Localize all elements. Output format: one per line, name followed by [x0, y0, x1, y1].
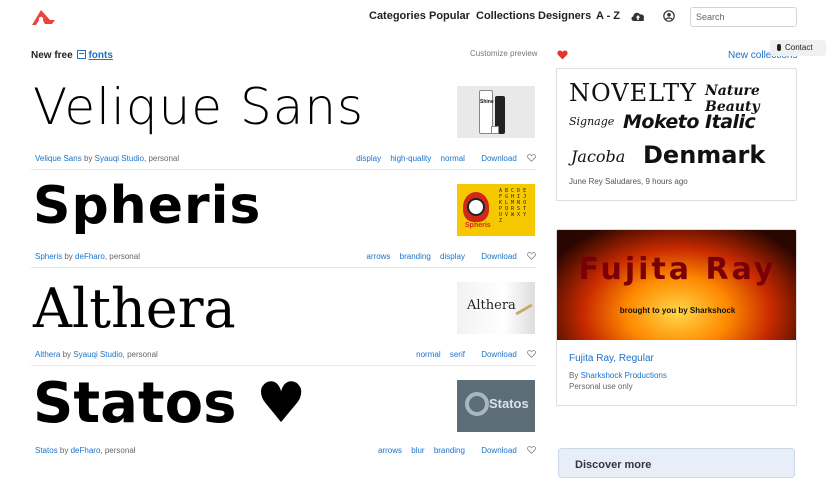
fonts-link[interactable]: fonts [88, 50, 112, 61]
designer-link[interactable]: deFharo [75, 252, 105, 261]
thumb-label: Statos [489, 396, 529, 411]
thumb-label: Spheris [465, 222, 491, 229]
designer-link[interactable]: deFharo [71, 446, 101, 455]
font-meta: Spheris by deFharo, personal [35, 252, 140, 261]
tag-link[interactable]: arrows [378, 446, 402, 455]
font-thumbnail[interactable]: Statos [457, 380, 535, 432]
collection-word: Denmark [643, 141, 766, 169]
cloud-upload-icon[interactable] [630, 9, 646, 23]
collections-heart-icon [557, 50, 568, 60]
microphone-icon [777, 44, 781, 51]
font-name-link[interactable]: Spheris [35, 252, 62, 261]
font-thumbnail[interactable]: Spheris A B C D E F G H I J K L M N O P … [457, 184, 535, 236]
font-specimen[interactable]: Velique Sans [33, 82, 364, 132]
favorite-heart-icon[interactable] [527, 154, 536, 162]
tag-link[interactable]: high-quality [390, 154, 431, 163]
featured-license: Personal use only [569, 382, 633, 391]
font-meta: Velique Sans by Syauqi Studio, personal [35, 154, 179, 163]
font-row: Statos ♥ Statos Statos by deFharo, perso… [31, 366, 536, 466]
license-label: , personal [122, 350, 158, 359]
featured-designer-link[interactable]: Sharkshock Productions [581, 371, 667, 380]
download-link[interactable]: Download [481, 154, 517, 163]
by-label: by [59, 446, 69, 455]
nav-categories[interactable]: Categories [369, 10, 426, 22]
tag-link[interactable]: normal [416, 350, 440, 359]
font-tags: normal serif Download [416, 350, 536, 359]
tag-link[interactable]: serif [450, 350, 465, 359]
thumb-label: Althera [467, 298, 516, 313]
search-input[interactable] [690, 7, 797, 27]
by-label: by [83, 154, 93, 163]
featured-font-card[interactable]: Fujita Ray brought to you by Sharkshock … [556, 229, 797, 406]
font-thumbnail[interactable]: Shine [457, 86, 535, 138]
font-specimen[interactable]: Statos ♥ [33, 376, 306, 432]
by-label: By [569, 371, 579, 380]
font-tags: arrows blur branding Download [378, 446, 536, 455]
font-row: Velique Sans Shine Velique Sans by Syauq… [31, 72, 536, 170]
font-specimen[interactable]: Althera [33, 282, 236, 336]
new-free-heading: New free fonts [31, 50, 113, 61]
nav-a-z[interactable]: A - Z [596, 10, 620, 22]
discover-more-box[interactable]: Discover more [558, 448, 795, 478]
download-link[interactable]: Download [481, 252, 517, 261]
font-name-link[interactable]: Velique Sans [35, 154, 82, 163]
download-link[interactable]: Download [481, 446, 517, 455]
thumb-label: Shine [480, 99, 494, 105]
banner-title: Fujita Ray [578, 252, 777, 287]
font-meta: Althera by Syauqi Studio, personal [35, 350, 158, 359]
favorite-heart-icon[interactable] [527, 446, 536, 454]
tag-link[interactable]: blur [411, 446, 424, 455]
discover-more-label: Discover more [575, 459, 652, 471]
site-logo-icon[interactable] [30, 8, 56, 26]
contact-button[interactable]: Contact [770, 40, 826, 56]
user-circle-icon[interactable] [663, 10, 675, 22]
font-specimen[interactable]: Spheris [33, 180, 261, 232]
license-label: , personal [144, 154, 180, 163]
font-row: Althera Althera Althera by Syauqi Studio… [31, 268, 536, 366]
favorite-heart-icon[interactable] [527, 252, 536, 260]
favorite-heart-icon[interactable] [527, 350, 536, 358]
font-meta: Statos by deFharo, personal [35, 446, 136, 455]
tag-link[interactable]: arrows [366, 252, 390, 261]
calendar-icon [77, 50, 87, 59]
tag-link[interactable]: display [356, 154, 381, 163]
designer-link[interactable]: Syauqi Studio [73, 350, 122, 359]
collection-word: NOVELTY [569, 79, 697, 107]
collection-card[interactable]: NOVELTY Nature Beauty Signage Moketo Ita… [556, 68, 797, 201]
featured-byline: By Sharkshock Productions [569, 371, 667, 380]
featured-font-link[interactable]: Fujita Ray, Regular [569, 353, 654, 364]
collection-word: Signage [569, 115, 615, 128]
license-label: , personal [104, 252, 140, 261]
contact-label: Contact [785, 43, 813, 52]
tag-link[interactable]: branding [400, 252, 431, 261]
featured-banner[interactable]: Fujita Ray brought to you by Sharkshock [557, 230, 796, 340]
font-name-link[interactable]: Althera [35, 350, 60, 359]
by-label: by [64, 252, 73, 261]
customize-preview-link[interactable]: Customize preview [470, 49, 538, 58]
designer-link[interactable]: Syauqi Studio [95, 154, 144, 163]
nav-popular[interactable]: Popular [429, 10, 470, 22]
collection-word: Moketo Italic [623, 111, 756, 133]
nav-designers[interactable]: Designers [538, 10, 591, 22]
font-tags: arrows branding display Download [366, 252, 536, 261]
banner-subtitle: brought to you by Sharkshock [619, 306, 736, 315]
collection-word: Jacoba [571, 147, 626, 166]
by-label: by [62, 350, 72, 359]
collection-author: June Rey Saludares, 9 hours ago [569, 177, 688, 186]
download-link[interactable]: Download [481, 350, 517, 359]
tag-link[interactable]: display [440, 252, 465, 261]
nav-collections[interactable]: Collections [476, 10, 535, 22]
font-row: Spheris Spheris A B C D E F G H I J K L … [31, 170, 536, 268]
new-free-label: New free [31, 50, 73, 61]
license-label: , personal [100, 446, 136, 455]
tag-link[interactable]: branding [434, 446, 465, 455]
font-thumbnail[interactable]: Althera [457, 282, 535, 334]
font-tags: display high-quality normal Download [356, 154, 536, 163]
tag-link[interactable]: normal [441, 154, 465, 163]
font-name-link[interactable]: Statos [35, 446, 58, 455]
top-bar: Categories Popular Collections Designers… [0, 0, 828, 36]
